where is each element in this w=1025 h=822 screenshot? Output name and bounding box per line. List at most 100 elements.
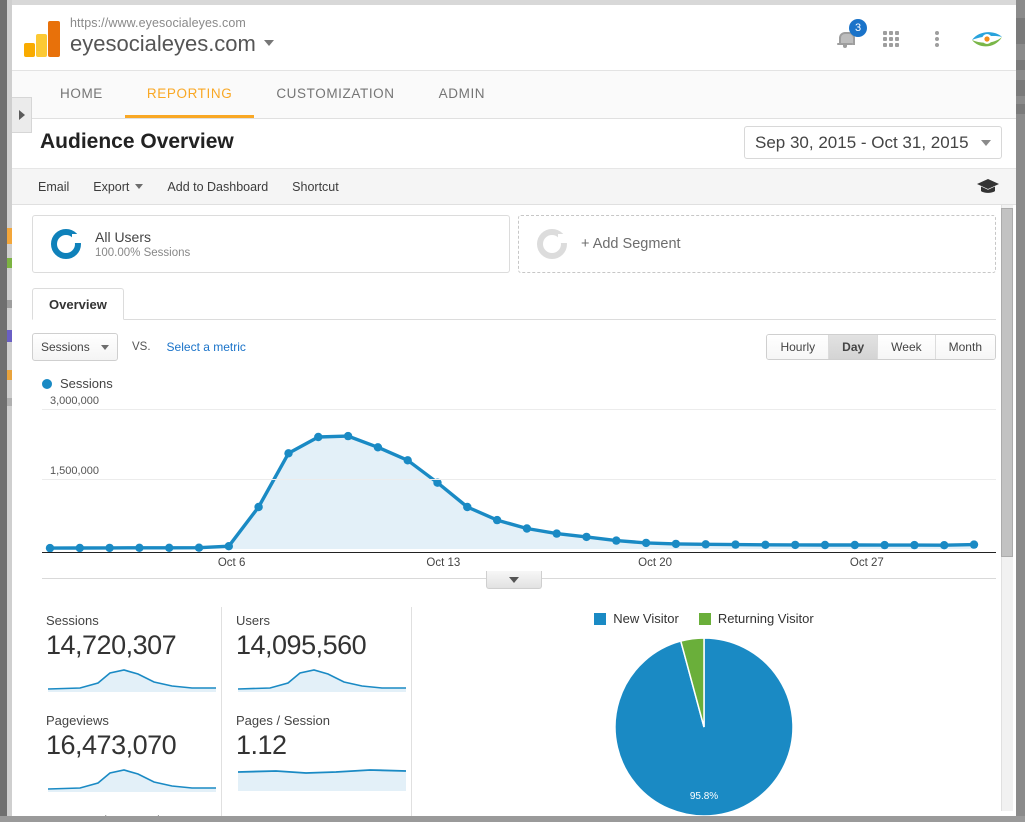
granularity-day[interactable]: Day <box>829 335 879 359</box>
date-range-text: Sep 30, 2015 - Oct 31, 2015 <box>755 132 969 152</box>
legend-swatch-sessions <box>42 378 52 389</box>
apps-grid-button[interactable] <box>878 26 904 52</box>
sessions-line-series <box>45 431 979 553</box>
granularity-hourly[interactable]: Hourly <box>767 335 830 359</box>
segment-donut-icon <box>51 229 81 259</box>
sparkline-users <box>236 665 406 693</box>
metric-label: Pages / Session <box>236 713 330 728</box>
window-left-edge <box>0 0 7 822</box>
google-analytics-logo <box>24 19 64 57</box>
page-title: Audience Overview <box>40 130 234 153</box>
account-url: https://www.eyesocialeyes.com <box>70 16 246 30</box>
metric-card-pageviews[interactable]: Pageviews 16,473,070 <box>32 707 222 807</box>
pie-legend-new-visitor[interactable]: New Visitor <box>594 611 679 626</box>
segment-subtitle: 100.00% Sessions <box>95 247 191 259</box>
notification-badge: 3 <box>849 19 867 37</box>
apps-grid-icon <box>883 31 899 47</box>
nav-tab-home[interactable]: HOME <box>38 71 125 118</box>
sparkline-pageviews <box>46 765 216 793</box>
metric-value: 1.12 <box>236 730 287 760</box>
more-options-button[interactable] <box>924 26 950 52</box>
metric-value: 14,095,560 <box>236 630 367 660</box>
shortcut-button[interactable]: Shortcut <box>292 180 339 194</box>
chart-controls: Sessions VS. Select a metric Hourly Day … <box>32 332 996 362</box>
metric-select[interactable]: Sessions <box>32 333 118 361</box>
window-right-edge <box>1016 0 1025 822</box>
window-bottom-edge <box>0 816 1025 822</box>
empty-donut-icon <box>537 229 567 259</box>
segment-all-users[interactable]: All Users 100.00% Sessions <box>32 215 510 273</box>
notifications-button[interactable]: 3 <box>832 19 867 52</box>
tab-overview[interactable]: Overview <box>32 288 124 320</box>
email-label: Email <box>38 179 70 194</box>
account-selector[interactable]: eyesocialeyes.com <box>70 31 274 57</box>
sparkline-sessions <box>46 665 216 693</box>
graduation-cap-icon[interactable] <box>976 178 1000 194</box>
avatar[interactable] <box>970 22 1004 56</box>
sparkline-pages-per-session <box>236 765 407 793</box>
segment-bar: All Users 100.00% Sessions + Add Segment <box>12 205 1016 273</box>
metric-value: 16,473,070 <box>46 730 177 760</box>
legend-label-returning-visitor: Returning Visitor <box>717 611 814 626</box>
line-chart-plot: 3,000,000 1,500,000 <box>42 395 996 553</box>
add-to-dashboard-button[interactable]: Add to Dashboard <box>167 180 268 194</box>
pie-value-label: 95.8% <box>689 791 719 802</box>
report-tab-strip: Overview <box>32 287 996 320</box>
chevron-down-icon <box>263 40 274 47</box>
metric-card-bounce-rate[interactable]: Bounce Rate <box>222 807 412 816</box>
metric-grid-row3: Avg. Session Duration Bounce Rate <box>32 807 412 816</box>
metric-label: Pageviews <box>46 713 109 728</box>
nav-tab-reporting[interactable]: REPORTING <box>124 71 255 118</box>
shortcut-label: Shortcut <box>292 179 339 194</box>
bell-icon <box>837 31 855 48</box>
summary-section: Sessions 14,720,307 Users 14,095,560 Pag… <box>32 607 996 816</box>
metric-card-avg-session-duration[interactable]: Avg. Session Duration <box>32 807 222 816</box>
expand-sidebar-button[interactable] <box>12 97 32 133</box>
account-header: https://www.eyesocialeyes.com eyesociale… <box>12 5 1016 71</box>
date-range-picker[interactable]: Sep 30, 2015 - Oct 31, 2015 <box>744 126 1002 159</box>
collapse-chart-button[interactable] <box>486 571 542 589</box>
sessions-chart-panel: Sessions VS. Select a metric Hourly Day … <box>32 320 996 579</box>
chevron-down-icon <box>101 344 109 350</box>
visitor-pie-chart[interactable]: 95.8% <box>613 636 795 816</box>
select-a-metric-link[interactable]: Select a metric <box>167 340 246 354</box>
page-scrollbar-thumb[interactable] <box>1001 208 1013 557</box>
legend-label-sessions: Sessions <box>60 376 113 391</box>
analytics-app: https://www.eyesocialeyes.com eyesociale… <box>12 5 1016 816</box>
report-action-bar: Email Export Add to Dashboard Shortcut <box>12 169 1016 205</box>
screen: https://www.eyesocialeyes.com eyesociale… <box>0 0 1025 822</box>
metric-label: Avg. Session Duration <box>46 813 207 816</box>
granularity-toggle-group: Hourly Day Week Month <box>766 334 996 360</box>
gridline-mid <box>42 479 996 480</box>
x-axis-tick: Oct 13 <box>426 557 461 569</box>
legend-label-new-visitor: New Visitor <box>613 611 679 626</box>
nav-tab-admin[interactable]: ADMIN <box>417 71 508 118</box>
granularity-week[interactable]: Week <box>878 335 936 359</box>
add-to-dashboard-label: Add to Dashboard <box>167 179 269 194</box>
header-icon-group: 3 <box>832 19 1004 59</box>
new-vs-returning-panel: New Visitor Returning Visitor 95.8% <box>412 607 996 816</box>
more-vertical-icon <box>935 31 939 47</box>
expand-sidebar-arrow-icon <box>18 110 25 120</box>
metric-card-pages-per-session[interactable]: Pages / Session 1.12 <box>222 707 412 807</box>
y-axis-tick-top: 3,000,000 <box>50 395 99 407</box>
add-segment-button[interactable]: + Add Segment <box>518 215 996 273</box>
x-axis-tick: Oct 20 <box>638 557 673 569</box>
granularity-month[interactable]: Month <box>935 335 995 359</box>
metric-card-users[interactable]: Users 14,095,560 <box>222 607 412 707</box>
pie-legend-returning-visitor[interactable]: Returning Visitor <box>698 611 814 626</box>
export-button[interactable]: Export <box>93 180 144 194</box>
metric-label: Sessions <box>46 613 99 628</box>
metric-value: 14,720,307 <box>46 630 177 660</box>
page-title-row: Audience Overview Sep 30, 2015 - Oct 31,… <box>12 97 1016 169</box>
eye-logo-icon <box>972 32 1002 47</box>
metric-grid: Sessions 14,720,307 Users 14,095,560 Pag… <box>32 607 412 807</box>
x-axis-tick: Oct 27 <box>849 557 884 569</box>
chart-legend: Sessions <box>42 376 996 391</box>
nav-tab-customization[interactable]: CUSTOMIZATION <box>254 71 416 118</box>
email-button[interactable]: Email <box>38 180 69 194</box>
vs-label: VS. <box>132 341 151 353</box>
main-navigation: HOME REPORTING CUSTOMIZATION ADMIN <box>12 71 1016 119</box>
metric-card-sessions[interactable]: Sessions 14,720,307 <box>32 607 222 707</box>
background-window-sliver <box>1016 104 1025 114</box>
